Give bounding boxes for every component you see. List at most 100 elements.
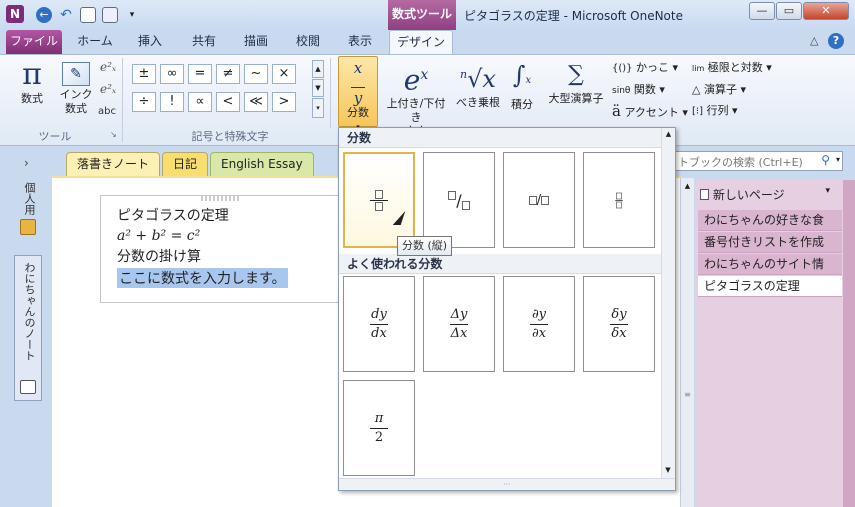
limit-log-label: 極限と対数 <box>707 61 763 74</box>
back-icon[interactable]: ← <box>36 7 52 23</box>
page-scrollbar[interactable]: ▲ ≡ <box>680 178 694 507</box>
fraction-small-option[interactable] <box>583 152 655 248</box>
gallery-resize-grip[interactable]: ⋯ <box>339 478 675 490</box>
scroll-up-icon[interactable]: ▲ <box>681 182 694 190</box>
minimize-ribbon-icon[interactable]: △ <box>810 34 818 47</box>
fraction-button[interactable]: xy 分数 ▾ <box>338 56 378 131</box>
large-operator-button[interactable]: ∑ 大型演算子 <box>544 58 608 124</box>
pagelist-scrollbar[interactable] <box>843 180 855 507</box>
help-icon[interactable]: ? <box>828 33 844 49</box>
dock-icon[interactable] <box>80 7 96 23</box>
minimize-button[interactable]: — <box>749 2 775 20</box>
page-item-selected[interactable]: ピタゴラスの定理 <box>698 276 842 297</box>
symbol-greater-than[interactable]: > <box>272 92 296 112</box>
symbol-factorial[interactable]: ! <box>160 92 184 112</box>
note-title[interactable]: ピタゴラスの定理 <box>101 201 339 225</box>
scroll-down-icon[interactable]: ▼ <box>662 466 674 474</box>
search-icon[interactable]: ⚲ <box>821 153 830 167</box>
undo-icon[interactable]: ↶ <box>58 7 74 23</box>
tab-file[interactable]: ファイル <box>6 30 62 54</box>
symbol-proportional[interactable]: ∝ <box>188 92 212 112</box>
symbol-infinity[interactable]: ∞ <box>160 64 184 84</box>
fraction-numerator: ∂y <box>531 306 547 322</box>
page-item[interactable]: わにちゃんの好きな食 <box>698 210 842 231</box>
fraction-denominator: 2 <box>374 429 384 445</box>
notebook-personal[interactable]: 個人用 <box>16 182 42 244</box>
close-button[interactable]: ✕ <box>803 2 849 20</box>
chevron-down-icon[interactable]: ▾ <box>825 186 830 196</box>
fraction-small-delta-option[interactable]: δy δx <box>583 276 655 372</box>
fraction-skewed-option[interactable]: / <box>423 152 495 248</box>
maximize-button[interactable]: ▭ <box>776 2 802 20</box>
function-button[interactable]: sinθ 関数 ▾ <box>612 81 665 97</box>
fraction-linear-option[interactable]: / <box>503 152 575 248</box>
notebook-tab-english-essay[interactable]: English Essay <box>210 152 314 176</box>
symbol-more-button[interactable]: ▾ <box>312 98 324 118</box>
fraction-partial-option[interactable]: ∂y ∂x <box>503 276 575 372</box>
symbol-scroll-up-button[interactable]: ▲ <box>312 60 324 78</box>
script-button[interactable]: ex 上付き/下付き 文字 <box>382 58 450 138</box>
operator-button[interactable]: △ 演算子 ▾ <box>692 81 746 97</box>
tab-view[interactable]: 表示 <box>338 30 382 54</box>
linear-format-icon[interactable]: e²ₓ <box>100 82 116 96</box>
customize-qat-icon[interactable]: ▾ <box>124 7 140 23</box>
search-box[interactable]: トブックの検索 (Ctrl+E) ⚲ ▾ <box>675 151 843 171</box>
equation-placeholder[interactable]: ここに数式を入力します。 <box>117 268 288 288</box>
search-input[interactable]: トブックの検索 (Ctrl+E) <box>678 154 803 170</box>
note-line-fraction-multiplication[interactable]: 分数の掛け算 <box>101 244 339 266</box>
symbol-divide[interactable]: ÷ <box>132 92 156 112</box>
pythagorean-equation[interactable]: a² + b² = c² <box>101 225 339 244</box>
symbol-tilde[interactable]: ~ <box>244 64 268 84</box>
bracket-label: かっこ <box>636 61 670 74</box>
expand-navigation-icon[interactable]: › <box>24 156 29 170</box>
fullpage-icon[interactable] <box>102 7 118 23</box>
scroll-grip-icon[interactable]: ≡ <box>681 390 694 399</box>
tools-group-label: ツール <box>38 130 72 143</box>
tab-share[interactable]: 共有 <box>182 30 226 54</box>
accent-button[interactable]: ä アクセント ▾ <box>612 102 688 120</box>
notebook-wani[interactable]: わにちゃんのノート <box>14 255 42 401</box>
tools-dialog-launcher-icon[interactable]: ↘ <box>110 130 117 139</box>
page-item[interactable]: 番号付きリストを作成 <box>698 232 842 253</box>
fraction-dy-dx-option[interactable]: dy dx <box>343 276 415 372</box>
radical-button[interactable]: n√x べき乗根 <box>454 58 502 124</box>
symbol-equals[interactable]: = <box>188 64 212 84</box>
scroll-up-icon[interactable]: ▲ <box>662 130 675 138</box>
gallery-scrollbar[interactable]: ▲ ▼ <box>661 128 675 478</box>
ink-equation-button[interactable]: ✎ インク 数式 <box>56 58 96 122</box>
tab-insert[interactable]: 挿入 <box>128 30 172 54</box>
new-page-button[interactable]: 新しいページ ▾ <box>700 186 840 203</box>
fraction-delta-option[interactable]: Δy Δx <box>423 276 495 372</box>
symbol-plus-minus[interactable]: ± <box>132 64 156 84</box>
matrix-button[interactable]: [⁝] 行列 ▾ <box>692 102 738 118</box>
bracket-button[interactable]: {()} かっこ ▾ <box>612 59 678 75</box>
symbol-times[interactable]: × <box>272 64 296 84</box>
fraction-partial: ∂y ∂x <box>530 307 548 342</box>
fraction-pi-over-2-option[interactable]: π2 <box>343 380 415 476</box>
function-label: 関数 <box>633 83 656 96</box>
tab-review[interactable]: 校閲 <box>286 30 330 54</box>
tab-design[interactable]: デザイン <box>389 30 453 54</box>
symbol-less-than[interactable]: < <box>216 92 240 112</box>
integral-button[interactable]: ∫x 積分 <box>504 58 540 124</box>
chevron-down-icon[interactable]: ▾ <box>836 155 840 164</box>
fraction-label: 分数 <box>347 106 369 119</box>
equation-button[interactable]: π 数式 <box>12 58 52 122</box>
pi-icon: π <box>22 57 42 92</box>
fraction-stacked-option[interactable] <box>343 152 415 248</box>
tab-home[interactable]: ホーム <box>70 30 120 54</box>
normal-text-button[interactable]: abc <box>98 106 116 117</box>
ink-equation-icon: ✎ <box>62 62 90 86</box>
limit-log-button[interactable]: lim 極限と対数 ▾ <box>692 59 772 75</box>
tab-draw[interactable]: 描画 <box>234 30 278 54</box>
fraction-gallery: 分数 / / よく使われる分数 dy dx Δy Δx ∂y ∂x δy δx π2 ▲… <box>338 127 676 491</box>
symbol-much-less-than[interactable]: ≪ <box>244 92 268 112</box>
symbol-scroll-down-button[interactable]: ▼ <box>312 79 324 97</box>
notebook-tab-diary[interactable]: 日記 <box>162 152 209 176</box>
note-container[interactable]: ピタゴラスの定理 a² + b² = c² 分数の掛け算 ここに数式を入力します… <box>100 195 340 303</box>
professional-format-icon[interactable]: e²ₓ <box>100 60 116 74</box>
page-item[interactable]: わにちゃんのサイト情 <box>698 254 842 275</box>
symbol-not-equal[interactable]: ≠ <box>216 64 240 84</box>
onenote-app-icon[interactable]: N <box>6 5 24 23</box>
notebook-tab-scratch[interactable]: 落書きノート <box>66 152 161 176</box>
